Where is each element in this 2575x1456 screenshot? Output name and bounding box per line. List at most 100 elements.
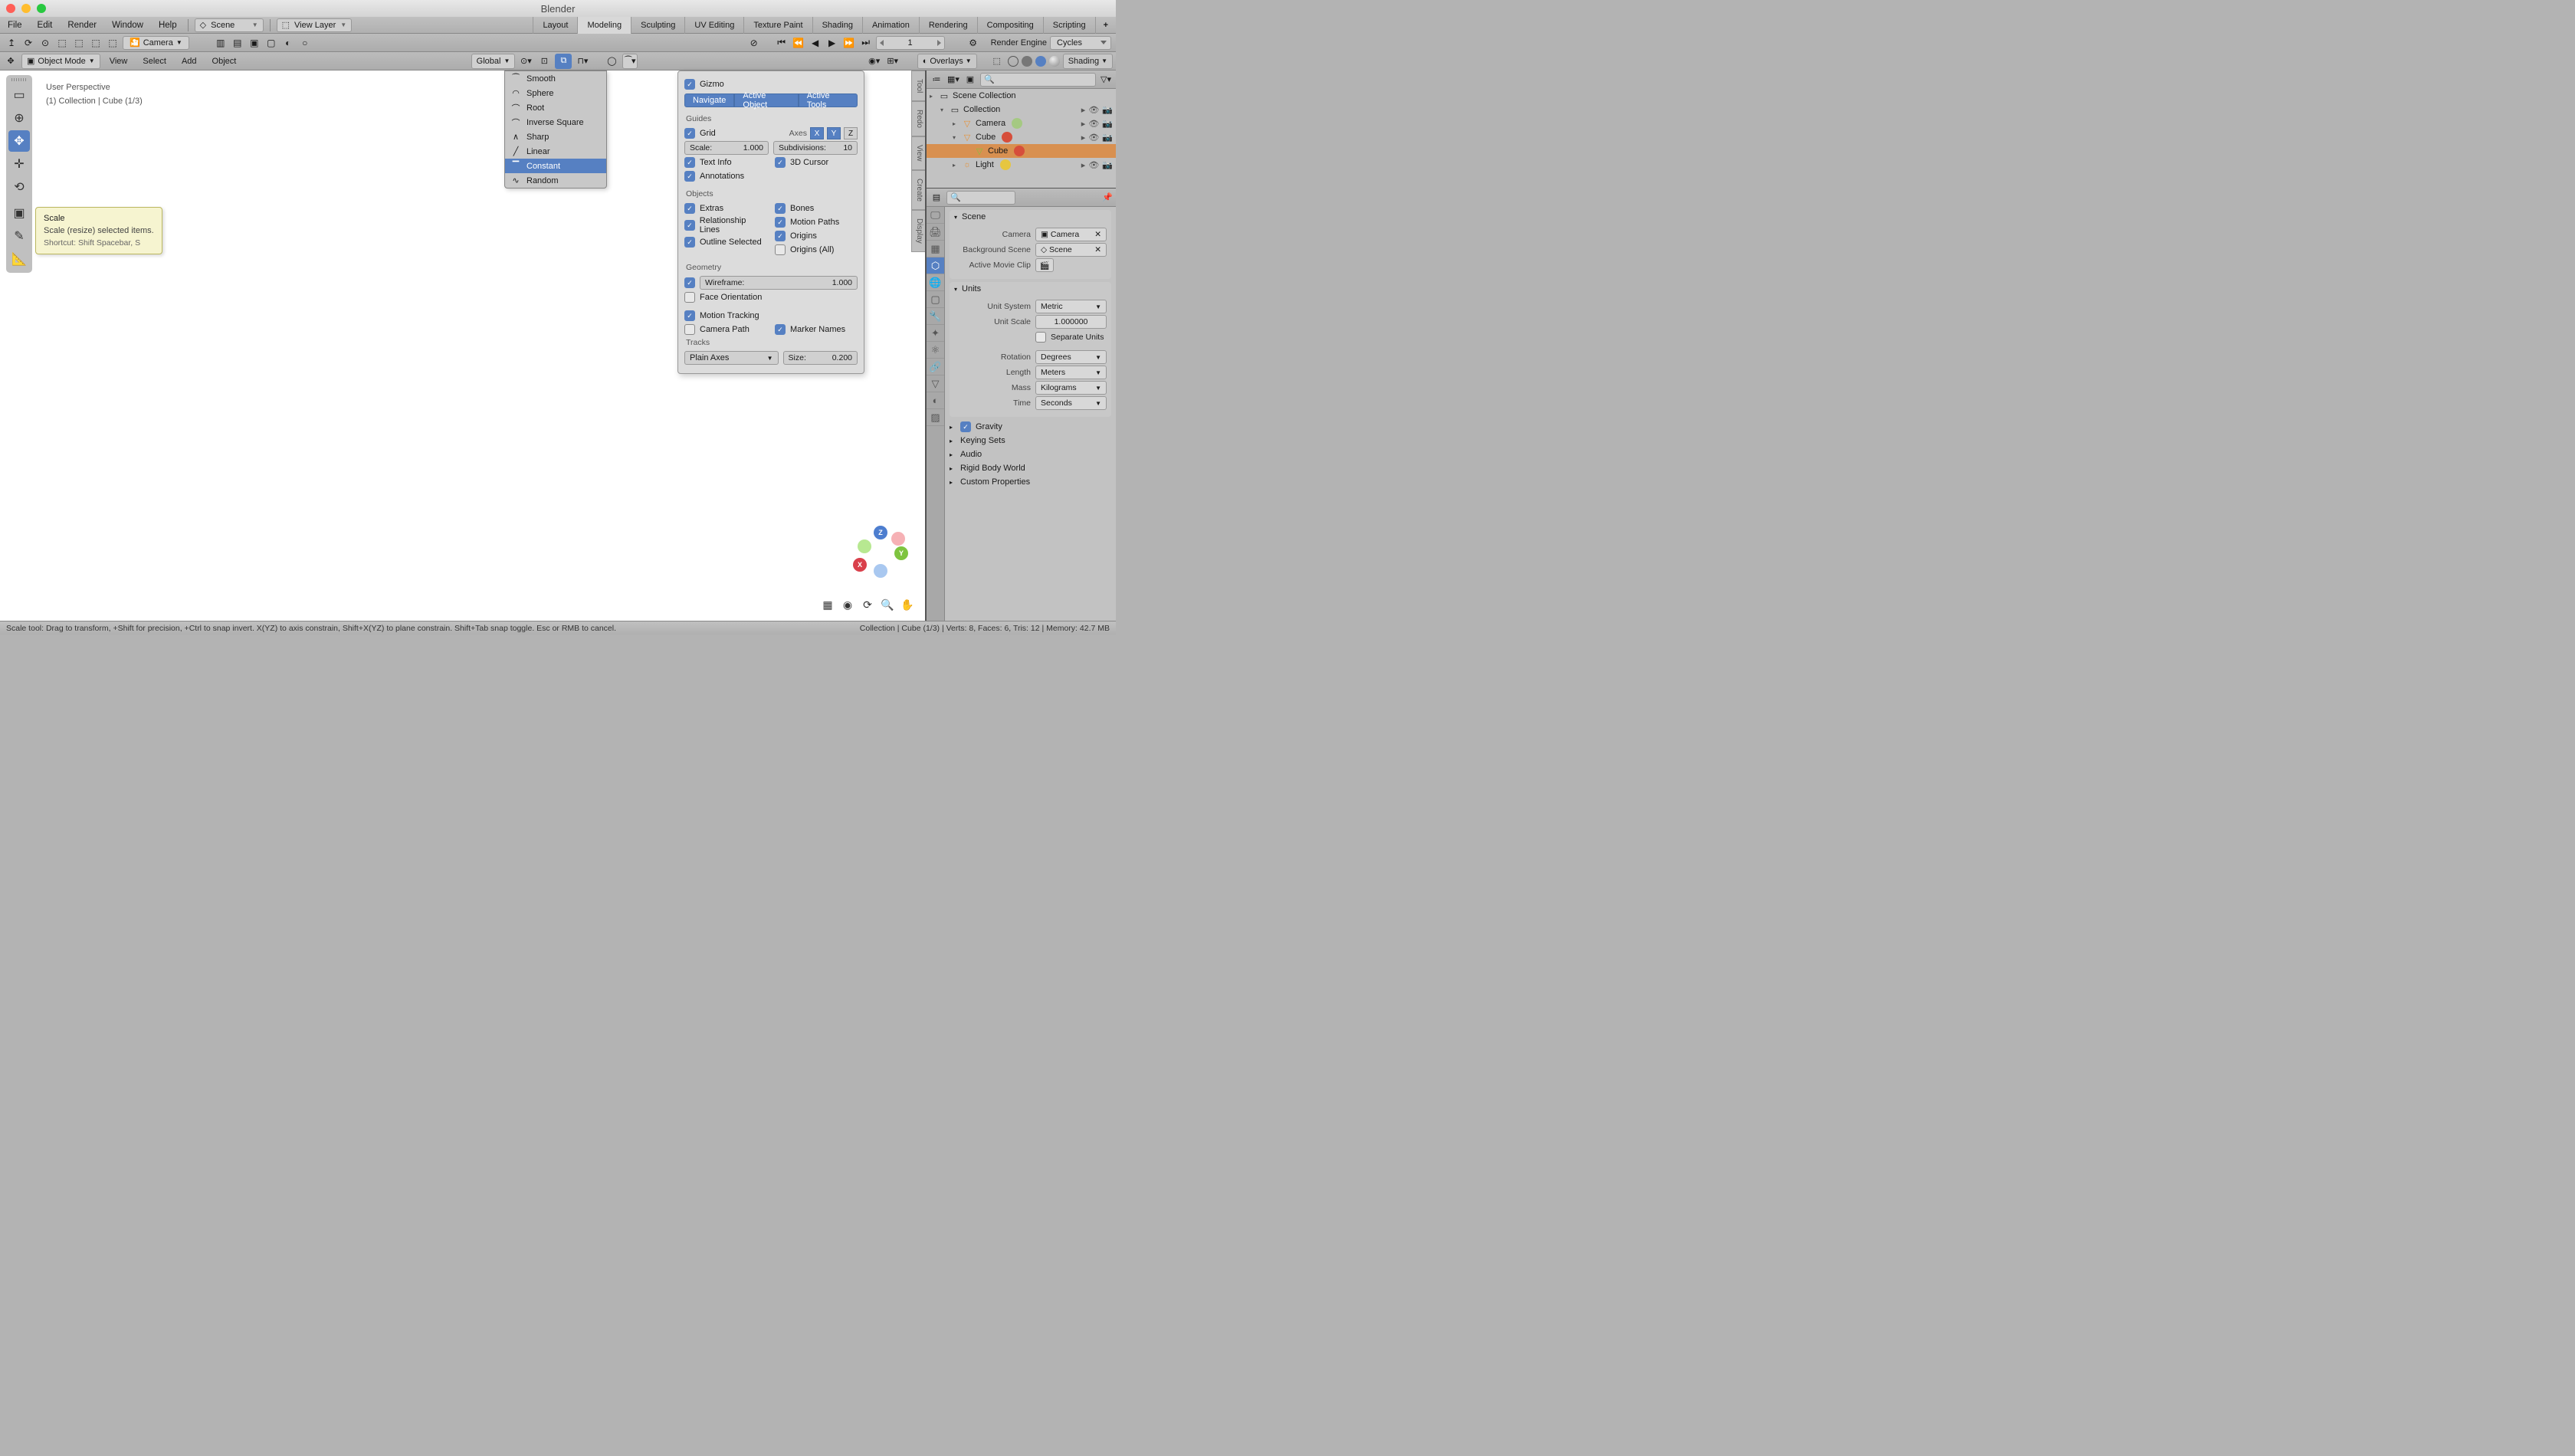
length-select[interactable]: Meters▼ (1035, 366, 1107, 379)
mass-select[interactable]: Kilograms▼ (1035, 381, 1107, 395)
tool-rotate[interactable]: ✛ (8, 153, 30, 175)
refresh-icon[interactable]: ⟳ (21, 36, 35, 50)
mode-select[interactable]: ▣ Object Mode ▼ (21, 54, 100, 69)
key-loc-icon[interactable]: ⬚ (55, 36, 69, 50)
pt-data[interactable]: ▽ (927, 375, 944, 392)
skip-start-icon[interactable]: ⏮ (775, 36, 789, 50)
play-rev-icon[interactable]: ◀ (809, 36, 822, 50)
gizmo-toggle-icon[interactable]: ⊞▾ (885, 54, 900, 69)
gizmo-x[interactable]: X (853, 558, 867, 572)
shading-solid-icon[interactable] (1022, 56, 1032, 67)
grid-check[interactable]: ✓ (684, 128, 695, 139)
pt-render[interactable]: 🖵 (927, 207, 944, 224)
key-scale-icon[interactable]: ⬚ (89, 36, 103, 50)
view-menu[interactable]: View (103, 57, 134, 66)
pivot-icon[interactable]: ⊙▾ (518, 54, 533, 69)
props-context-search[interactable]: 🔍 (946, 191, 1015, 205)
unit-system-select[interactable]: Metric▼ (1035, 300, 1107, 313)
shading-wire-icon[interactable] (1008, 56, 1019, 67)
menu-help[interactable]: Help (151, 17, 185, 34)
overlays-button[interactable]: ◐ Overlays▼ (917, 54, 977, 69)
wire-check[interactable]: ✓ (684, 277, 695, 288)
outliner[interactable]: ▸▭Scene Collection ▾▭Collection ▸👁📷 ▸▽Ca… (927, 89, 1116, 189)
axis-x[interactable]: X (810, 127, 824, 139)
falloff-root[interactable]: ⌒Root (505, 100, 606, 115)
maximize-icon[interactable] (37, 4, 46, 13)
keying-icon[interactable]: ▤ (231, 36, 244, 50)
menu-file[interactable]: File (0, 17, 30, 34)
falloff-icon[interactable]: ⁀▾ (622, 54, 638, 69)
panel-gravity[interactable]: ▸✓Gravity (950, 420, 1111, 434)
tool-select[interactable]: ▭ (8, 84, 30, 106)
next-key-icon[interactable]: ⏩ (842, 36, 856, 50)
tool-measure[interactable]: 📐 (8, 248, 30, 270)
vtab-redo[interactable]: Redo (911, 101, 925, 136)
walk-icon[interactable]: ⟳ (861, 598, 874, 612)
campath-check[interactable] (684, 324, 695, 335)
ws-scripting[interactable]: Scripting (1043, 17, 1095, 34)
render-icon[interactable]: 📷 (1102, 105, 1113, 115)
marker-check[interactable]: ✓ (775, 324, 786, 335)
cursor3d-check[interactable]: ✓ (775, 157, 786, 168)
pt-constraint[interactable]: 🔗 (927, 359, 944, 375)
frame-field[interactable]: 1 (876, 36, 945, 50)
pt-world[interactable]: 🌐 (927, 274, 944, 291)
menu-window[interactable]: Window (104, 17, 151, 34)
tracks-size-field[interactable]: Size:0.200 (783, 351, 858, 365)
separate-check[interactable] (1035, 332, 1046, 343)
play-icon[interactable]: ▶ (825, 36, 839, 50)
camera-field[interactable]: ▣ Camera✕ (1035, 228, 1107, 241)
zoom-icon[interactable]: 🔍 (881, 598, 894, 612)
pt-viewlayer[interactable]: ▦ (927, 241, 944, 257)
pt-material[interactable]: ◐ (927, 392, 944, 409)
tool-transform[interactable]: ▣ (8, 202, 30, 224)
gizmo-z[interactable]: Z (874, 526, 887, 539)
unit-scale-field[interactable]: 1.000000 (1035, 315, 1107, 329)
minimize-icon[interactable] (21, 4, 31, 13)
pt-modifier[interactable]: 🔧 (927, 308, 944, 325)
pivot-selector[interactable]: 🎦 Camera ▼ (123, 36, 189, 50)
time-select[interactable]: Seconds▼ (1035, 396, 1107, 410)
preview-icon[interactable]: ▣ (248, 36, 261, 50)
vtab-view[interactable]: View (911, 136, 925, 170)
faceori-check[interactable] (684, 292, 695, 303)
falloff-smooth[interactable]: ⁀Smooth (505, 71, 606, 86)
aux2-icon[interactable]: ○ (298, 36, 312, 50)
menu-render[interactable]: Render (60, 17, 104, 34)
gizmo-nx[interactable] (891, 532, 905, 546)
pt-particle[interactable]: ✦ (927, 325, 944, 342)
ws-modeling[interactable]: Modeling (577, 17, 631, 34)
ws-uvediting[interactable]: UV Editing (684, 17, 743, 34)
motrack-check[interactable]: ✓ (684, 310, 695, 321)
close-icon[interactable] (6, 4, 15, 13)
vtab-tool[interactable]: Tool (911, 71, 925, 101)
exclude-icon[interactable]: ▸ (1081, 105, 1086, 115)
xray-icon[interactable]: ⬚ (989, 54, 1005, 69)
ws-compositing[interactable]: Compositing (977, 17, 1043, 34)
bgscene-field[interactable]: ◇ Scene✕ (1035, 243, 1107, 257)
axis-y[interactable]: Y (827, 127, 841, 139)
gizmo-y[interactable]: Y (894, 546, 908, 560)
pt-texture[interactable]: ▨ (927, 409, 944, 426)
falloff-random[interactable]: ∿Random (505, 173, 606, 188)
panel-rigid[interactable]: ▸Rigid Body World (950, 461, 1111, 475)
gizmo-check[interactable]: ✓ (684, 79, 695, 90)
tracks-select[interactable]: Plain Axes▼ (684, 351, 779, 365)
tool-move[interactable]: ✥ (8, 130, 30, 152)
falloff-constant[interactable]: ▔Constant (505, 159, 606, 173)
outliner-collection-icon[interactable]: ▣ (963, 74, 977, 84)
propor-edit-icon[interactable]: ◯ (604, 54, 619, 69)
nav-activeobj[interactable]: Active Object (734, 93, 798, 107)
panel-custom[interactable]: ▸Custom Properties (950, 475, 1111, 489)
marker-icon[interactable]: ▥ (214, 36, 228, 50)
skip-end-icon[interactable]: ⏭ (859, 36, 873, 50)
pan-icon[interactable]: ✋ (900, 598, 914, 612)
grip-icon[interactable] (11, 78, 27, 81)
annot-check[interactable]: ✓ (684, 171, 695, 182)
clip-field[interactable]: 🎬 (1035, 258, 1054, 272)
snap-icon[interactable]: ⊡ (536, 54, 552, 69)
ws-shading[interactable]: Shading (812, 17, 862, 34)
tool-scale[interactable]: ⟲ (8, 176, 30, 198)
add-menu[interactable]: Add (175, 57, 203, 66)
ws-texturepaint[interactable]: Texture Paint (743, 17, 812, 34)
